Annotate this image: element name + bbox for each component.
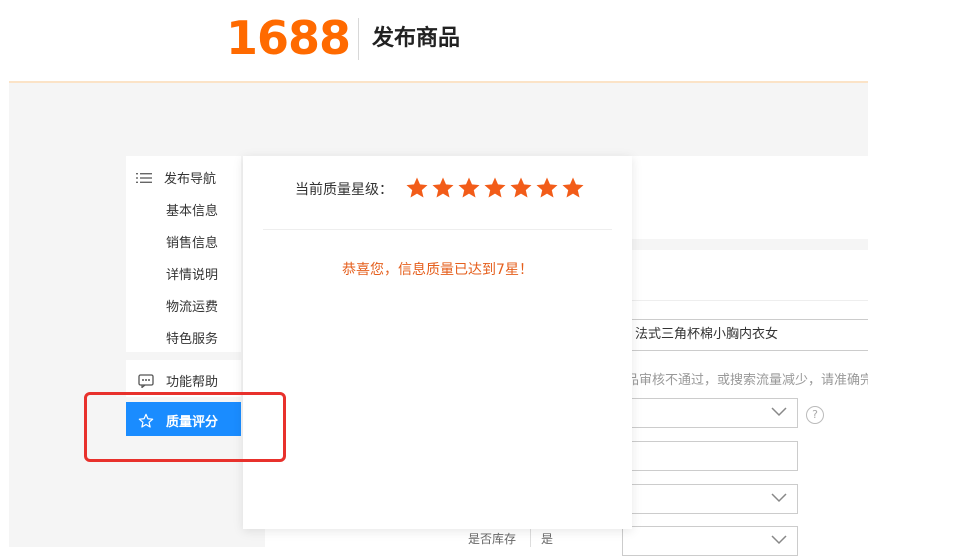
- star-icon: [484, 177, 506, 198]
- 1688-logo[interactable]: 1688: [226, 10, 351, 66]
- chevron-down-icon: [771, 407, 787, 417]
- header-divider: [358, 18, 359, 60]
- option-select[interactable]: [622, 484, 798, 514]
- star-icon: [432, 177, 454, 198]
- page-title: 发布商品: [372, 26, 461, 51]
- nav-title: 发布导航: [164, 172, 217, 187]
- stock-value: 是: [541, 532, 554, 546]
- nav-header: 发布导航: [136, 168, 216, 187]
- title-hint-text: 品审核不通过，或搜索流量减少，请准确完: [626, 373, 868, 388]
- quality-level-label: 当前质量星级：: [295, 182, 393, 198]
- product-title-input[interactable]: 法式三角杯棉小胸内衣女: [620, 319, 868, 351]
- star-icon: [406, 177, 428, 198]
- congrats-message: 恭喜您，信息质量已达到7星！: [342, 262, 533, 278]
- list-icon: [136, 172, 152, 183]
- form-panel-top: [600, 156, 868, 239]
- annotation-highlight: [84, 392, 286, 462]
- nav-item-special-services[interactable]: 特色服务: [166, 328, 218, 347]
- star-icon: [510, 177, 532, 198]
- popup-divider: [263, 229, 612, 230]
- stock-label: 是否库存: [468, 532, 517, 546]
- star-icon: [562, 177, 584, 198]
- nav-item-sales-info[interactable]: 销售信息: [166, 232, 218, 251]
- star-rating: [405, 176, 587, 200]
- chevron-down-icon: [771, 535, 787, 545]
- page-header: 1688 发布商品: [0, 0, 972, 82]
- help-label: 功能帮助: [166, 375, 219, 390]
- nav-item-details[interactable]: 详情说明: [166, 264, 218, 283]
- quality-popup: 当前质量星级： 恭喜您，信息质量已达到7星！: [243, 156, 632, 529]
- star-icon: [536, 177, 558, 198]
- text-input[interactable]: [622, 441, 798, 471]
- nav-item-logistics[interactable]: 物流运费: [166, 296, 218, 315]
- stock-select[interactable]: [622, 526, 798, 556]
- star-icon: [458, 177, 480, 198]
- chat-icon: [138, 373, 154, 388]
- category-select[interactable]: [622, 398, 798, 428]
- publish-navigation: 发布导航 基本信息 销售信息 详情说明 物流运费 特色服务: [126, 156, 241, 352]
- chevron-down-icon: [771, 493, 787, 503]
- question-icon[interactable]: ?: [806, 406, 824, 424]
- stock-divider: [530, 528, 531, 547]
- form-divider: [600, 300, 868, 301]
- nav-item-basic-info[interactable]: 基本信息: [166, 200, 218, 219]
